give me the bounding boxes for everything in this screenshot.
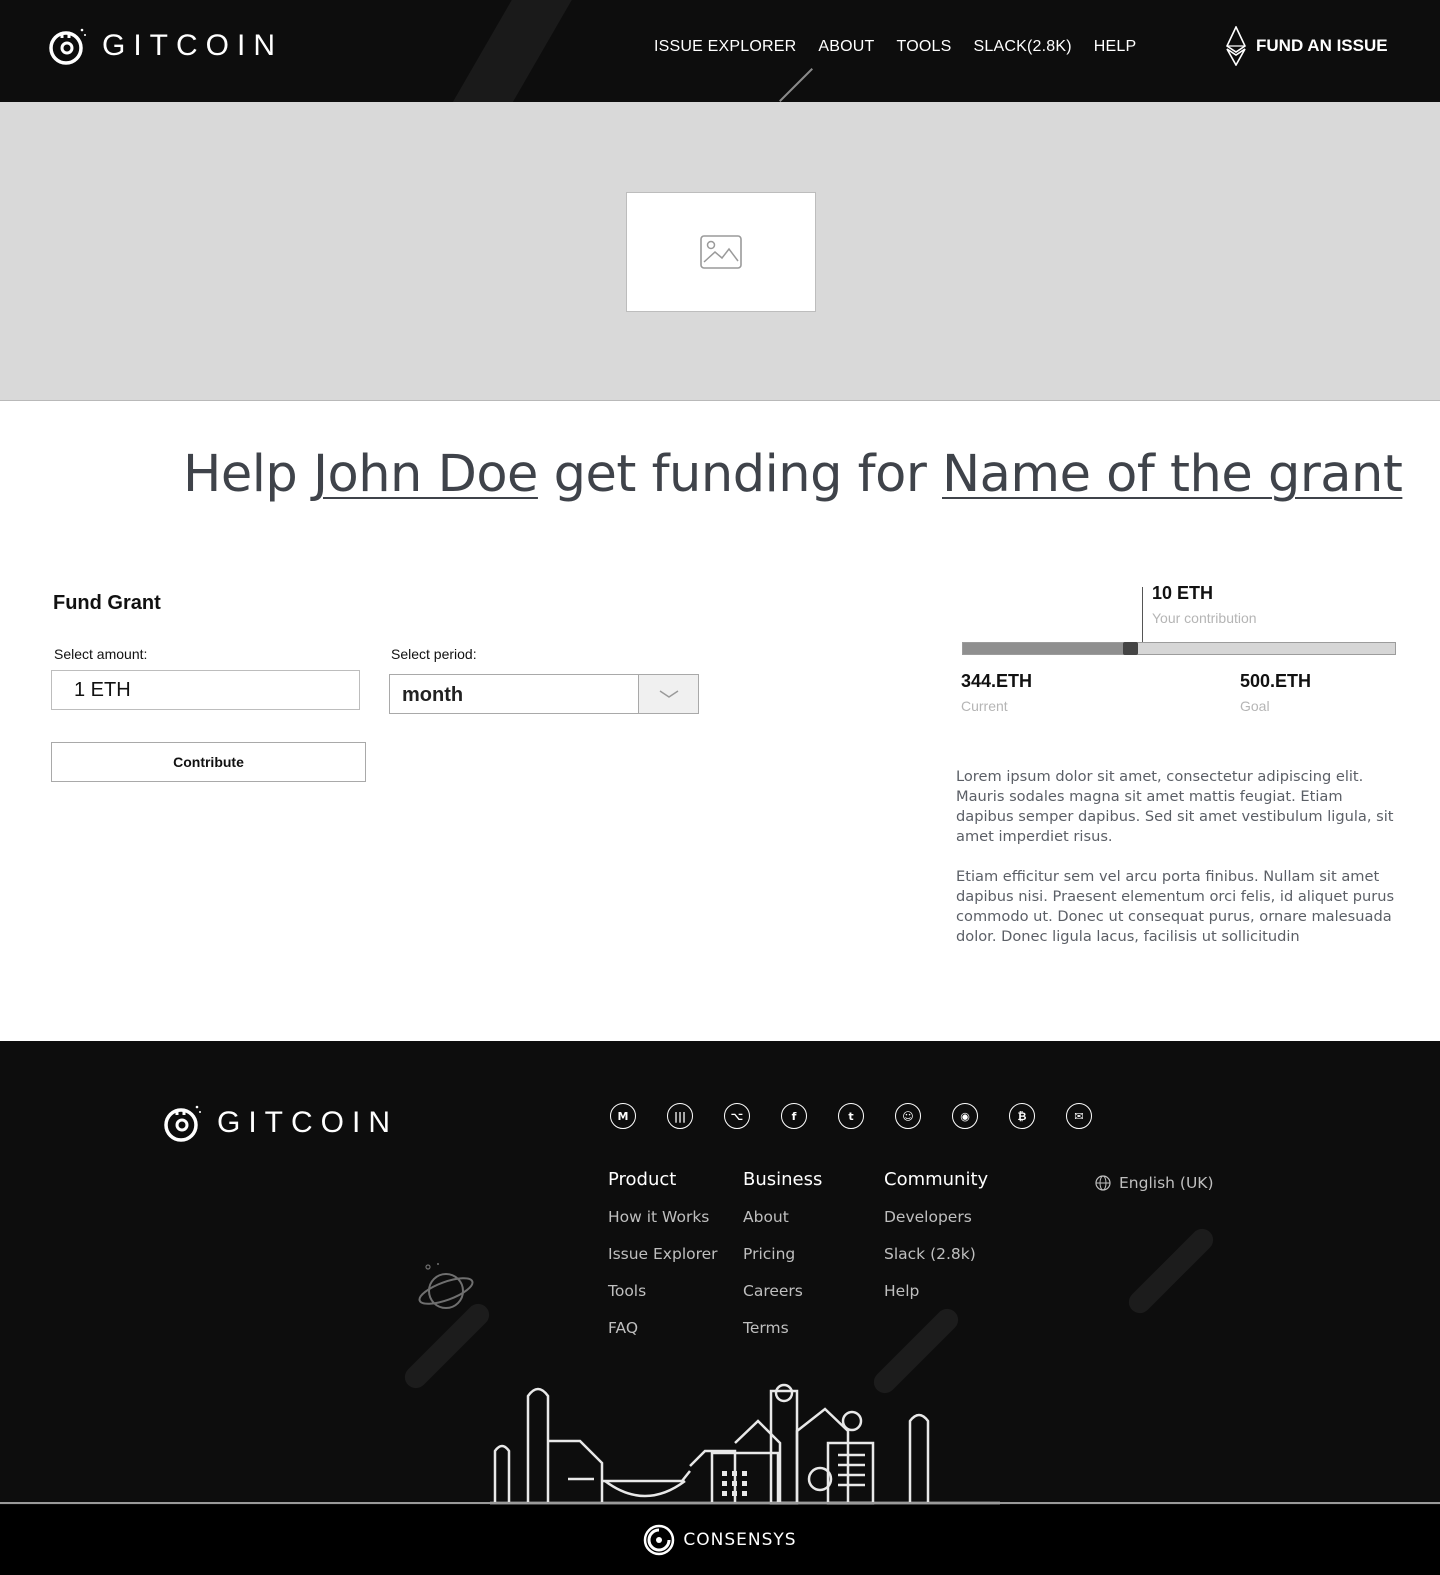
- headline-middle: get funding for: [537, 445, 942, 504]
- footer-link[interactable]: Tools: [608, 1282, 718, 1319]
- brand-wordmark: GITCOIN: [217, 1106, 398, 1139]
- top-nav-bar: GITCOIN ISSUE EXPLORER ABOUT TOOLS SLACK…: [0, 0, 1440, 102]
- contribution-value: 10 ETH: [1152, 583, 1214, 603]
- facebook-icon[interactable]: f: [781, 1103, 807, 1129]
- period-label: Select period:: [391, 646, 477, 662]
- footer-link[interactable]: Developers: [884, 1208, 988, 1245]
- contribution-slider-handle[interactable]: [1123, 642, 1139, 655]
- footer-column-title: Business: [743, 1169, 823, 1190]
- social-links: M ||| ⌥ f t ☺ ◉ ₿ ✉: [610, 1103, 1092, 1129]
- language-label: English (UK): [1119, 1174, 1214, 1192]
- consensys-bar: CONSENSYS: [0, 1505, 1440, 1575]
- consensys-wordmark: CONSENSYS: [683, 1530, 797, 1550]
- footer-link[interactable]: FAQ: [608, 1319, 718, 1356]
- medium-icon[interactable]: M: [610, 1103, 636, 1129]
- gitcoin-logo-icon: [49, 28, 86, 65]
- footer-link[interactable]: About: [743, 1208, 822, 1245]
- gitcoin-logo[interactable]: GITCOIN: [48, 26, 283, 66]
- goal-amount: 500.ETH: [1240, 671, 1312, 691]
- nav-tools[interactable]: TOOLS: [897, 38, 952, 56]
- footer-column-community: Community Developers Slack (2.8k) Help: [884, 1169, 988, 1319]
- site-footer: GITCOIN M ||| ⌥ f t ☺ ◉ ₿ ✉ Product How …: [0, 1041, 1440, 1505]
- footer-column-product: Product How it Works Issue Explorer Tool…: [608, 1169, 718, 1356]
- footer-column-business: Business About Pricing Careers Terms: [743, 1169, 822, 1356]
- contribution-marker: [1142, 587, 1143, 643]
- decorative-line: [779, 68, 813, 102]
- nav-help[interactable]: HELP: [1094, 38, 1137, 56]
- current-amount: 344.ETH: [961, 671, 1033, 691]
- gitter-icon[interactable]: |||: [667, 1103, 693, 1129]
- grant-banner: [0, 102, 1440, 401]
- grant-name-link[interactable]: Name of the grant: [942, 445, 1403, 504]
- ground-line: [0, 1502, 1440, 1504]
- github-icon[interactable]: ⌥: [724, 1103, 750, 1129]
- period-select-value: month: [402, 684, 464, 706]
- period-select[interactable]: month: [389, 674, 699, 714]
- twitter-icon[interactable]: t: [838, 1103, 864, 1129]
- description-paragraph: Lorem ipsum dolor sit amet, consectetur …: [956, 768, 1394, 845]
- footer-column-title: Community: [884, 1169, 989, 1190]
- fund-an-issue-button[interactable]: FUND AN ISSUE: [1226, 26, 1388, 66]
- nav-about[interactable]: ABOUT: [818, 38, 874, 56]
- nav-slack[interactable]: SLACK(2.8K): [973, 38, 1071, 56]
- ethereum-icon: [1226, 26, 1246, 66]
- discord-icon[interactable]: ◉: [952, 1103, 978, 1129]
- nav-issue-explorer[interactable]: ISSUE EXPLORER: [654, 38, 796, 56]
- headline-prefix: Help: [183, 445, 313, 504]
- goal-caption: Goal: [1240, 698, 1270, 714]
- footer-link[interactable]: Pricing: [743, 1245, 822, 1282]
- consensys-logo-icon: [644, 1524, 675, 1556]
- brand-wordmark: GITCOIN: [102, 29, 283, 62]
- footer-link[interactable]: Slack (2.8k): [884, 1245, 988, 1282]
- language-selector[interactable]: English (UK): [1095, 1174, 1214, 1192]
- grantee-name-link[interactable]: John Doe: [313, 445, 538, 504]
- amount-label: Select amount:: [54, 646, 148, 662]
- current-caption: Current: [961, 698, 1008, 714]
- email-icon[interactable]: ✉: [1066, 1103, 1092, 1129]
- fund-an-issue-label: FUND AN ISSUE: [1256, 36, 1388, 55]
- funding-progress-fill: [963, 643, 1132, 654]
- decorative-streak: [1124, 1224, 1218, 1318]
- footer-link[interactable]: How it Works: [608, 1208, 718, 1245]
- reddit-icon[interactable]: ☺: [895, 1103, 921, 1129]
- main-nav: ISSUE EXPLORER ABOUT TOOLS SLACK(2.8K) H…: [654, 38, 1136, 56]
- footer-link[interactable]: Help: [884, 1282, 988, 1319]
- chevron-down-icon: [659, 690, 678, 698]
- decorative-streak: [442, 0, 578, 102]
- period-dropdown-toggle[interactable]: [638, 675, 698, 713]
- city-skyline-illustration: [490, 1383, 1000, 1505]
- footer-gitcoin-logo[interactable]: GITCOIN: [163, 1103, 398, 1143]
- grant-description: Lorem ipsum dolor sit amet, consectetur …: [956, 767, 1396, 947]
- image-placeholder-icon: [700, 235, 742, 269]
- footer-link[interactable]: Terms: [743, 1319, 822, 1356]
- fund-grant-title: Fund Grant: [53, 592, 161, 614]
- amount-input[interactable]: [51, 670, 360, 710]
- contribution-caption: Your contribution: [1152, 610, 1257, 626]
- contribute-button[interactable]: Contribute: [51, 742, 366, 782]
- bitcoin-icon[interactable]: ₿: [1009, 1103, 1035, 1129]
- banner-image-placeholder: [626, 192, 816, 312]
- planet-illustration: [418, 1263, 474, 1309]
- gitcoin-logo-icon: [164, 1105, 201, 1142]
- description-paragraph: Etiam efficitur sem vel arcu porta finib…: [956, 868, 1395, 945]
- footer-column-title: Product: [608, 1169, 677, 1190]
- funding-progress-bar: [962, 642, 1396, 655]
- footer-link[interactable]: Issue Explorer: [608, 1245, 718, 1282]
- page-headline: Help John Doe get funding for Name of th…: [183, 445, 1403, 504]
- globe-icon: [1095, 1175, 1111, 1191]
- footer-link[interactable]: Careers: [743, 1282, 822, 1319]
